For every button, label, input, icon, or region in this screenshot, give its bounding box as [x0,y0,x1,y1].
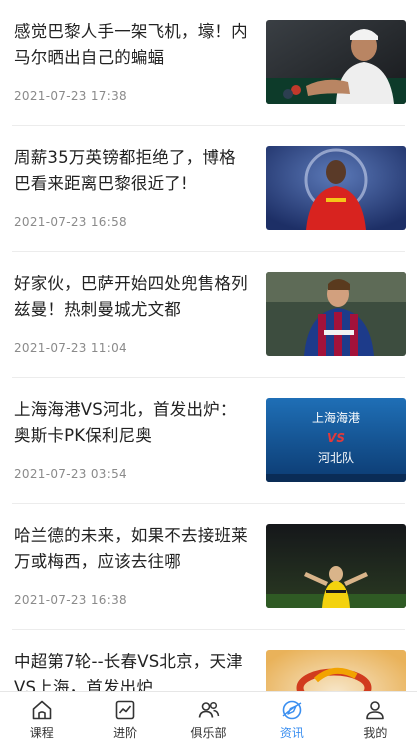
bottom-tab-bar: 课程 进阶 俱乐部 资讯 我的 [0,691,417,743]
league-logo-graphic [266,650,406,691]
news-time: 2021-07-23 03:54 [14,467,127,481]
tab-news[interactable]: 资讯 [250,692,333,743]
match-vs: VS [327,431,345,445]
people-icon [197,698,221,722]
match-home-team: 上海海港 [312,410,360,425]
chart-icon [113,698,137,722]
tab-club[interactable]: 俱乐部 [167,692,250,743]
news-thumbnail[interactable] [266,20,406,104]
news-time: 2021-07-23 16:58 [14,215,127,229]
tab-advance[interactable]: 进阶 [83,692,166,743]
tab-mine[interactable]: 我的 [334,692,417,743]
news-title: 感觉巴黎人手一架飞机，壕！内马尔晒出自己的蝙蝠 [14,22,248,67]
tab-course[interactable]: 课程 [0,692,83,743]
news-item[interactable]: 周薪35万英镑都拒绝了，博格巴看来距离巴黎很近了! 2021-07-23 16:… [0,126,417,252]
news-item[interactable]: 上海海港VS河北，首发出炉：奥斯卡PK保利尼奥 2021-07-23 03:54… [0,378,417,504]
news-title: 中超第7轮--长春VS北京，天津VS上海，首发出炉 [14,652,243,691]
tab-label: 进阶 [113,726,138,740]
news-thumbnail[interactable] [266,524,406,608]
news-thumbnail[interactable] [266,272,406,356]
news-title: 周薪35万英镑都拒绝了，博格巴看来距离巴黎很近了! [14,148,236,193]
news-title: 好家伙，巴萨开始四处兜售格列兹曼！热刺曼城尤文都 [14,274,248,319]
news-thumbnail[interactable] [266,146,406,230]
barcelona-player-photo [266,272,406,356]
news-item[interactable]: 中超第7轮--长春VS北京，天津VS上海，首发出炉 [0,630,417,691]
match-away-team: 河北队 [318,450,354,465]
news-time: 2021-07-23 11:04 [14,341,127,355]
news-title: 上海海港VS河北，首发出炉：奥斯卡PK保利尼奥 [14,400,237,445]
yellow-jersey-player-photo [266,524,406,608]
news-item[interactable]: 好家伙，巴萨开始四处兜售格列兹曼！热刺曼城尤文都 2021-07-23 11:0… [0,252,417,378]
tab-label: 课程 [29,726,54,740]
player-seated-photo [266,20,406,104]
news-title: 哈兰德的未来，如果不去接班莱万或梅西，应该去往哪 [14,526,248,571]
news-item[interactable]: 哈兰德的未来，如果不去接班莱万或梅西，应该去往哪 2021-07-23 16:3… [0,504,417,630]
news-thumbnail[interactable] [266,650,406,691]
match-graphic: 上海海港 VS 河北队 [266,398,406,482]
tab-label: 俱乐部 [190,726,227,740]
news-thumbnail[interactable]: 上海海港 VS 河北队 [266,398,406,482]
compass-icon [280,698,304,722]
news-item[interactable]: 感觉巴黎人手一架飞机，壕！内马尔晒出自己的蝙蝠 2021-07-23 17:38 [0,0,417,126]
tab-label: 资讯 [279,726,304,740]
tab-label: 我的 [363,726,388,740]
user-icon [363,698,387,722]
home-icon [30,698,54,722]
news-time: 2021-07-23 16:38 [14,593,127,607]
news-time: 2021-07-23 17:38 [14,89,127,103]
news-feed[interactable]: 感觉巴黎人手一架飞机，壕！内马尔晒出自己的蝙蝠 2021-07-23 17:38 [0,0,417,691]
red-jersey-player-photo [266,146,406,230]
